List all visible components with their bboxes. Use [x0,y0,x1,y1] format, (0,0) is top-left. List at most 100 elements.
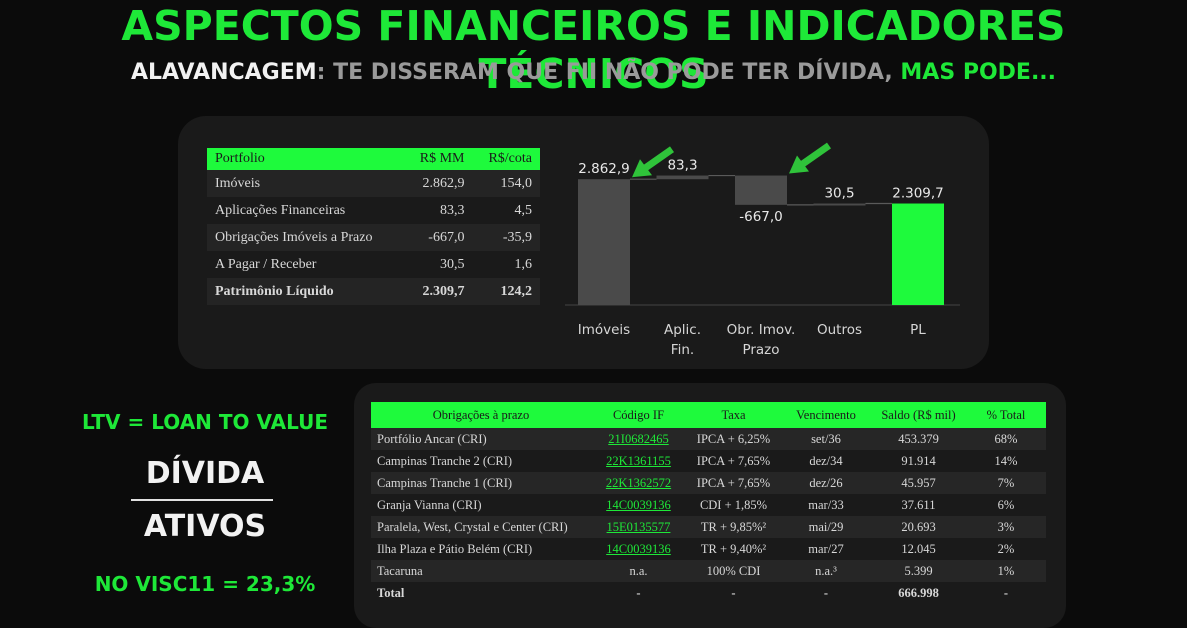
category-label: Prazo [742,342,779,358]
waterfall-bar [656,175,709,180]
row-cota: 124,2 [472,278,540,305]
cell-percent: 6% [997,497,1015,512]
header-code: Código IF [591,402,686,428]
header-rs-mm: R$ MM [403,148,473,170]
cell-code-link[interactable]: 22K1362572 [591,472,686,494]
cell-code-link[interactable]: 14C0039136 [591,494,686,516]
data-label: 30,5 [824,186,854,202]
table-row: Ilha Plaza e Pátio Belém (CRI) 14C003913… [371,538,1046,560]
cell-name: Campinas Tranche 2 (CRI) [377,453,513,468]
portfolio-table: Portfolio R$ MM R$/cota Imóveis 2.862,9 … [207,148,540,305]
subtitle-accent: MAS PODE... [900,60,1057,85]
header-portfolio: Portfolio [207,148,404,170]
row-mm: 2.862,9 [403,170,473,197]
cell-balance: 12.045 [901,541,936,556]
cell-rate: IPCA + 7,65% [696,453,771,468]
waterfall-bar [813,203,866,206]
page-subtitle: ALAVANCAGEM: TE DISSERAM QUE FII NÃO POD… [0,60,1187,85]
category-label: Aplic. [664,322,701,338]
row-mm: -667,0 [403,224,473,251]
cell-rate: - [731,585,736,600]
cell-percent: - [1003,585,1009,600]
cell-code-link[interactable]: 21I0682465 [591,428,686,450]
cell-code-link[interactable]: 14C0039136 [591,538,686,560]
highlight-arrow-icon [632,146,675,178]
cell-balance: 37.611 [901,497,936,512]
table-row: Portfólio Ancar (CRI) 21I0682465 IPCA + … [371,428,1046,450]
cell-percent: 68% [966,428,1046,450]
cell-balance: 91.914 [901,453,936,468]
obligations-table-header: Obrigações à prazo Código IF Taxa Vencim… [371,402,1046,428]
cell-percent: 7% [966,472,1046,494]
category-label: Imóveis [578,322,630,338]
cell-rate: 100% CDI [686,560,781,582]
row-cota: 4,5 [514,202,533,218]
cell-percent: 3% [966,516,1046,538]
cell-name: Campinas Tranche 1 (CRI) [371,472,591,494]
row-mm: 83,3 [439,202,465,218]
row-mm: 30,5 [439,256,465,272]
header-percent: % Total [966,402,1046,428]
portfolio-table-header: Portfolio R$ MM R$/cota [207,148,540,170]
waterfall-bar [892,203,944,305]
cell-maturity: set/36 [781,428,871,450]
cell-name: Tacaruna [371,560,591,582]
row-label: Imóveis [207,170,404,197]
header-obligation: Obrigações à prazo [371,402,591,428]
cell-balance: 666.998 [898,585,939,600]
cell-name: Granja Vianna (CRI) [377,497,482,512]
cell-maturity: mar/27 [808,541,844,556]
highlight-arrow-icon [789,142,832,174]
table-row: Granja Vianna (CRI) 14C0039136 CDI + 1,8… [371,494,1046,516]
ltv-title: LTV = LOAN TO VALUE [81,410,329,434]
table-row: A Pagar / Receber 30,5 1,6 [207,251,540,278]
table-row: Paralela, West, Crystal e Center (CRI) 1… [371,516,1046,538]
ltv-result: NO VISC11 = 23,3% [94,572,316,596]
cell-code: - [636,585,641,600]
cell-balance: 5.399 [871,560,966,582]
data-label: 2.862,9 [578,161,630,177]
cell-maturity: n.a.³ [781,560,871,582]
table-row: Obrigações Imóveis a Prazo -667,0 -35,9 [207,224,540,251]
cell-balance: 20.693 [871,516,966,538]
subtitle-highlight: ALAVANCAGEM [130,60,317,85]
cell-maturity: dez/26 [781,472,871,494]
table-row: Tacaruna n.a. 100% CDI n.a.³ 5.399 1% [371,560,1046,582]
row-cota: 1,6 [514,256,533,272]
fraction-divider [131,499,273,501]
data-label: -667,0 [739,209,783,225]
table-row: Imóveis 2.862,9 154,0 [207,170,540,197]
row-label: A Pagar / Receber [215,256,317,272]
cell-name: Total [377,585,405,600]
table-row: Aplicações Financeiras 83,3 4,5 [207,197,540,224]
table-row-total: Patrimônio Líquido 2.309,7 124,2 [207,278,540,305]
subtitle-body: : TE DISSERAM QUE FII NÃO PODE TER DÍVID… [316,60,901,85]
cell-name: Portfólio Ancar (CRI) [371,428,591,450]
cell-percent: 1% [966,560,1046,582]
cell-rate: CDI + 1,85% [699,497,768,512]
waterfall-bar [735,175,787,205]
table-row: Campinas Tranche 2 (CRI) 22K1361155 IPCA… [371,450,1046,472]
cell-name: Ilha Plaza e Pátio Belém (CRI) [377,541,533,556]
category-label: Obr. Imov. [727,322,796,338]
ltv-denominator: ATIVOS [143,509,267,544]
cell-name: Paralela, West, Crystal e Center (CRI) [371,516,591,538]
category-label: Outros [817,322,862,338]
row-mm: 2.309,7 [403,278,473,305]
row-label: Aplicações Financeiras [215,202,346,218]
waterfall-bar [578,179,630,305]
obligations-table: Obrigações à prazo Código IF Taxa Vencim… [371,402,1046,604]
cell-code: n.a. [591,560,686,582]
header-rate: Taxa [686,402,781,428]
cell-rate: TR + 9,40%² [700,541,767,556]
cell-rate: IPCA + 7,65% [686,472,781,494]
cell-code-link[interactable]: 15E0135577 [591,516,686,538]
cell-percent: 14% [994,453,1018,468]
cell-maturity: dez/34 [809,453,843,468]
header-rs-cota: R$/cota [472,148,540,170]
cell-percent: 2% [997,541,1015,556]
category-label: Fin. [671,342,694,358]
cell-code-link[interactable]: 22K1361155 [591,450,686,472]
waterfall-chart: 2.862,9 Imóveis 83,3 Aplic. Fin. -667,0 Obr. I… [565,142,960,358]
data-label: 2.309,7 [892,186,944,202]
